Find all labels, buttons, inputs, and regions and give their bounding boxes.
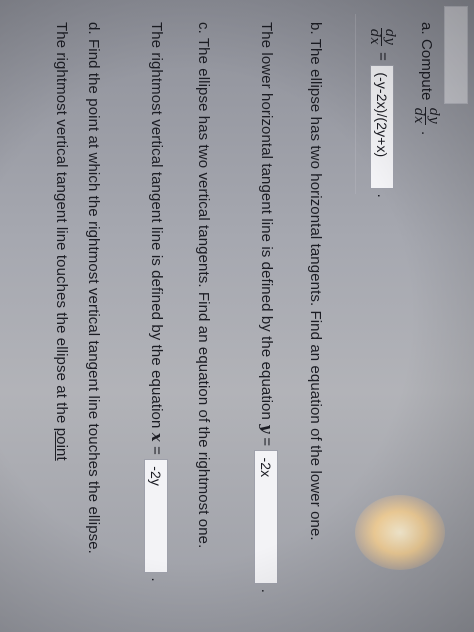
part-b-text: The ellipse has two horizontal tangents.… <box>307 38 324 541</box>
part-a-lhs-num: dy <box>381 28 397 46</box>
part-a-answer-row: dy dx = (-y-2x)/(2y+x) . <box>367 26 397 198</box>
part-b-after: . <box>258 588 276 594</box>
part-a-lhs: dy dx <box>367 28 397 46</box>
part-a-lhs-den: dx <box>367 29 383 45</box>
part-a-label: a. <box>417 22 435 35</box>
part-c-var: x <box>148 432 167 442</box>
part-b-line-text: The lower horizontal tangent line is def… <box>258 22 276 420</box>
part-d-line-text: The rightmost vertical tangent line touc… <box>53 22 70 424</box>
part-c-question: c. The ellipse has two vertical tangents… <box>195 22 212 548</box>
part-b-answer-input[interactable]: -2x <box>254 450 278 585</box>
part-a-derivative: dy dx <box>411 106 441 125</box>
part-a-prompt: Compute <box>417 39 435 101</box>
part-b-var: y <box>258 424 277 434</box>
part-a-punct: . <box>417 131 435 136</box>
part-a-answer-input[interactable]: (-y-2x)/(2y+x) <box>369 65 394 190</box>
part-b-question: b. The ellipse has two horizontal tangen… <box>307 22 324 541</box>
part-d-question: d. Find the point at which the rightmost… <box>85 22 102 554</box>
part-d-label: d. <box>85 22 102 35</box>
previous-answer-box <box>444 6 468 104</box>
part-c-answer-row: The rightmost vertical tangent line is d… <box>144 22 168 582</box>
part-c-equals: = <box>148 446 166 455</box>
part-d-point-link[interactable]: point <box>53 428 70 461</box>
part-a-frac-den: dx <box>411 107 427 124</box>
part-c-text: The ellipse has two vertical tangents. F… <box>195 37 212 549</box>
part-c-label: c. <box>195 22 212 34</box>
part-c-answer-input[interactable]: -2y <box>144 459 168 574</box>
part-c-after: . <box>148 577 166 582</box>
part-a-after: . <box>373 193 391 198</box>
part-c-line-text: The rightmost vertical tangent line is d… <box>148 22 166 429</box>
part-a-frac-num: dy <box>425 106 441 125</box>
part-b-equals: = <box>258 437 276 447</box>
part-a-prompt-row: a. Compute dy dx . <box>411 22 441 136</box>
part-a-equals: = <box>373 52 391 62</box>
part-d-text: Find the point at which the rightmost ve… <box>85 39 102 554</box>
photo-background: a. Compute dy dx . dy dx = (-y-2x)/(2y+x… <box>0 0 474 632</box>
rotated-document: a. Compute dy dx . dy dx = (-y-2x)/(2y+x… <box>0 0 474 632</box>
part-b-label: b. <box>307 22 324 35</box>
part-b-answer-row: The lower horizontal tangent line is def… <box>254 22 278 593</box>
part-d-answer-row: The rightmost vertical tangent line touc… <box>53 22 70 461</box>
divider <box>355 14 356 194</box>
